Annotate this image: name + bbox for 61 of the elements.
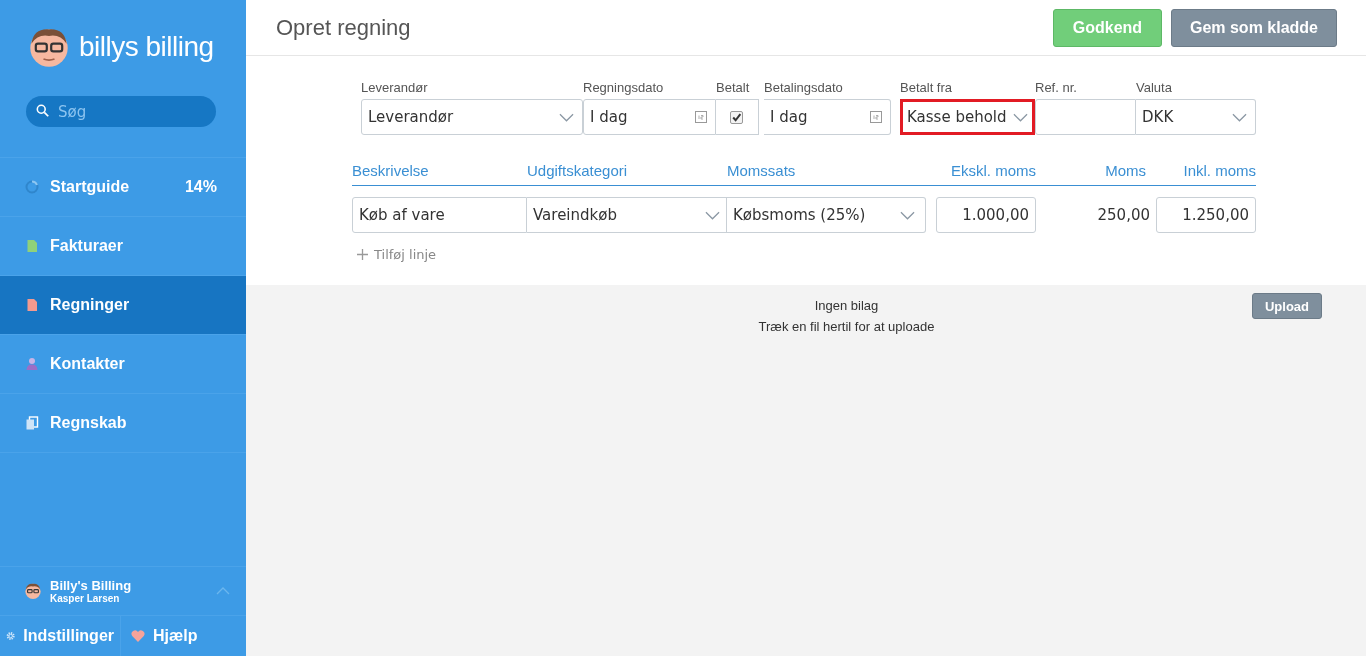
field-label: Betalt fra [900, 80, 954, 95]
description-field[interactable]: Køb af vare [352, 197, 527, 233]
search-field[interactable]: Søg [26, 96, 216, 127]
amount-field[interactable]: 1.000,00 [936, 197, 1036, 233]
field-label: Betalingsdato [764, 80, 844, 95]
user-name: Kasper Larsen [50, 593, 121, 604]
column-header: Beskrivelse [352, 162, 430, 179]
account-switcher[interactable]: Billy's Billing Kasper Larsen [0, 566, 246, 616]
calendar-icon [695, 111, 707, 123]
date-field[interactable]: I dag [583, 99, 716, 135]
upload-button[interactable]: Upload [1251, 293, 1322, 319]
date-field[interactable]: I dag [764, 99, 891, 135]
settings-icon [6, 629, 16, 643]
add-line-link[interactable]: Tilføj linje [352, 247, 437, 262]
company-name: Billy's Billing [50, 578, 133, 593]
field-label: Ref. nr. [1035, 80, 1078, 95]
vat-amount: 250,00 [1096, 205, 1151, 226]
settings-link[interactable]: Indstillinger [0, 616, 121, 656]
brand-name: billys billing [79, 31, 214, 63]
field-label: Leverandør [361, 80, 429, 95]
field-label: Regningsdato [583, 80, 665, 95]
dropdown[interactable]: Kasse behold [900, 99, 1035, 135]
category-dropdown[interactable]: Vareindkøb [527, 197, 727, 233]
column-header: Inkl. moms [1182, 162, 1256, 179]
person-icon [25, 357, 39, 371]
calendar-icon [870, 111, 882, 123]
chevron-down-icon [1012, 112, 1028, 122]
progress-ring-icon [25, 180, 39, 194]
column-header: Ekskl. moms [950, 162, 1036, 179]
chevron-down-icon [900, 210, 915, 220]
amount-field[interactable]: 1.250,00 [1156, 197, 1256, 233]
chevron-down-icon [1232, 112, 1247, 122]
paid-checkbox[interactable] [729, 110, 743, 124]
column-header: Moms [1104, 162, 1146, 179]
check-icon [730, 111, 742, 123]
dropdown[interactable]: DKK [1136, 99, 1256, 135]
help-link[interactable]: Hjælp [121, 616, 204, 656]
progress-percent: 14% [184, 178, 217, 196]
plus-icon [357, 249, 368, 260]
drop-hint: Træk en fil hertil for at uploade [758, 319, 935, 334]
dropdown[interactable]: Leverandør [361, 99, 583, 135]
attachment-drop-zone[interactable]: Ingen bilag Træk en fil hertil for at uploade Upload [246, 285, 1366, 656]
save-draft-button[interactable]: Gem som kladde [1170, 8, 1337, 47]
column-header: Momssats [727, 162, 797, 179]
chevron-down-icon [559, 112, 574, 122]
input-field[interactable] [1035, 99, 1136, 135]
nav-item[interactable]: Regninger [0, 276, 246, 335]
search-icon [36, 104, 50, 118]
chevron-up-icon [216, 587, 230, 595]
heart-icon [131, 629, 145, 643]
document-icon [25, 298, 39, 312]
vat-rate-dropdown[interactable]: Købsmoms (25%) [727, 197, 926, 233]
documents-icon [25, 416, 39, 430]
cartoon-face-icon [24, 582, 42, 600]
document-icon [25, 239, 39, 253]
field-label: Betalt [716, 80, 751, 95]
page-title: Opret regning [276, 14, 412, 41]
field-label: Valuta [1136, 80, 1173, 95]
empty-attachments-text: Ingen bilag [814, 298, 879, 313]
chevron-down-icon [705, 210, 720, 220]
column-header: Udgiftskategori [527, 162, 629, 179]
